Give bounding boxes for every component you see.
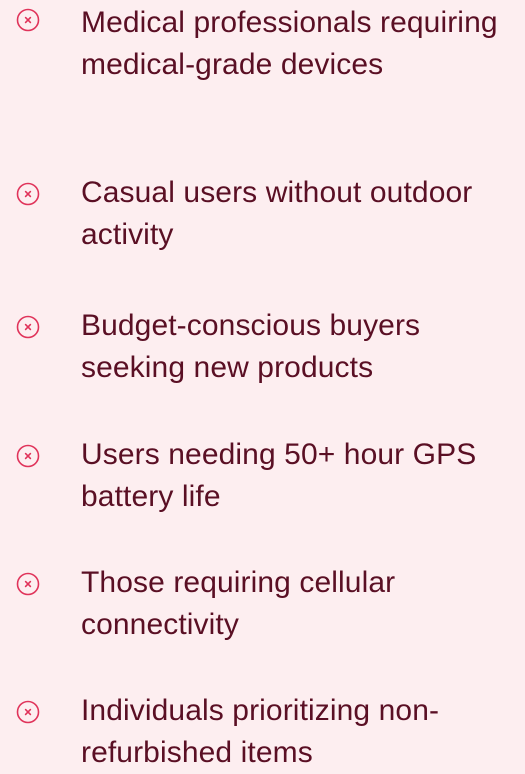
circle-x-icon xyxy=(16,8,40,32)
list-item-label: Those requiring cellular connectivity xyxy=(81,566,396,641)
circle-x-icon xyxy=(16,182,40,206)
list-item-label: Budget-conscious buyers seeking new prod… xyxy=(81,309,421,384)
circle-x-icon xyxy=(16,572,40,596)
list-item-label: Individuals prioritizing non-refurbished… xyxy=(81,694,440,769)
circle-x-icon xyxy=(16,700,40,724)
circle-x-icon xyxy=(16,444,40,468)
circle-x-icon xyxy=(16,315,40,339)
list-item-label: Medical professionals requiring medical-… xyxy=(81,6,498,81)
list-item-label: Users needing 50+ hour GPS battery life xyxy=(81,438,477,513)
list-item-label: Casual users without outdoor activity xyxy=(81,176,473,251)
